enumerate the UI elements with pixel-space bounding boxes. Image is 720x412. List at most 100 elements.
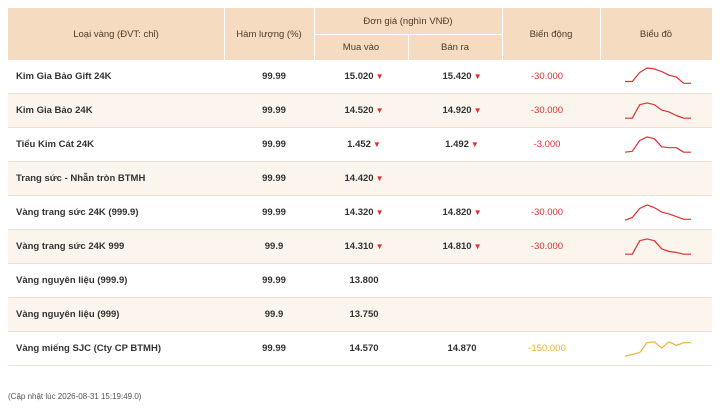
sell-price-value: 15.420 (442, 71, 472, 82)
sell-price (412, 298, 512, 331)
sell-price-value: 14.920 (442, 105, 472, 116)
header-divider (408, 34, 409, 60)
down-arrow-icon: ▼ (473, 208, 482, 217)
price-change: -30.000 (530, 105, 564, 116)
header-divider (600, 8, 601, 60)
sparkline-chart[interactable] (604, 128, 712, 161)
sparkline-chart[interactable] (604, 196, 712, 229)
down-arrow-icon: ▼ (372, 140, 381, 149)
gold-type-name: Vàng miếng SJC (Cty CP BTMH) (16, 343, 161, 354)
sell-price: 14.870 (412, 332, 512, 365)
sparkline-chart[interactable] (604, 60, 712, 93)
gold-type-name: Kim Gia Bảo Gift 24K (16, 71, 112, 82)
buy-price: 14.570 (314, 332, 414, 365)
sparkline-chart[interactable] (604, 94, 712, 127)
purity-value: 99.99 (262, 173, 286, 184)
table-row: Vàng miếng SJC (Cty CP BTMH) 99.99 14.570 1… (8, 332, 712, 366)
sparkline-svg (625, 101, 691, 119)
sell-price (412, 264, 512, 297)
price-change: -3.000 (533, 139, 561, 150)
purity-value: 99.99 (262, 343, 286, 354)
table-body: Kim Gia Bảo Gift 24K 99.99 15.020 ▼ 15.420 ▼ -… (8, 60, 712, 366)
header-price-group: Đơn giá (nghìn VNĐ) (363, 15, 453, 27)
sell-price: 14.810 ▼ (412, 230, 512, 263)
sell-price: 15.420 ▼ (412, 60, 512, 93)
gold-type-name: Kim Gia Bảo 24K (16, 105, 93, 116)
down-arrow-icon: ▼ (470, 140, 479, 149)
buy-price-value: 15.020 (344, 71, 374, 82)
header-gold-type: Loại vàng (ĐVT: chỉ) (73, 28, 159, 40)
sparkline-chart (604, 264, 712, 297)
down-arrow-icon: ▼ (375, 72, 384, 81)
table-row: Kim Gia Bảo 24K 99.99 14.520 ▼ 14.920 ▼ -30.00… (8, 94, 712, 128)
price-change (502, 162, 592, 195)
buy-price: 13.750 (314, 298, 414, 331)
price-change: -30.000 (530, 71, 564, 82)
down-arrow-icon: ▼ (375, 174, 384, 183)
sparkline-line (625, 101, 691, 119)
buy-price: 14.310 ▼ (314, 230, 414, 263)
purity-value: 99.99 (262, 207, 286, 218)
down-arrow-icon: ▼ (375, 106, 384, 115)
header-purity: Hàm lượng (%) (236, 28, 302, 40)
purity-value: 99.99 (262, 275, 286, 286)
sell-price: 14.920 ▼ (412, 94, 512, 127)
gold-type-name: Trang sức - Nhẫn tròn BTMH (16, 173, 146, 184)
sparkline-chart (604, 162, 712, 195)
sell-price: 14.820 ▼ (412, 196, 512, 229)
sparkline-chart[interactable] (604, 230, 712, 263)
gold-type-name: Tiểu Kim Cát 24K (16, 139, 94, 150)
header-change: Biến động (529, 28, 573, 40)
sparkline-svg (624, 203, 691, 221)
sell-price-value: 1.492 (445, 139, 469, 150)
gold-price-table: Loại vàng (ĐVT: chỉ) Hàm lượng (%) Đơn g… (8, 8, 712, 366)
buy-price: 13.800 (314, 264, 414, 297)
sell-price (412, 162, 512, 195)
buy-price-value: 13.800 (349, 275, 379, 286)
buy-price: 14.320 ▼ (314, 196, 414, 229)
sparkline-chart (604, 298, 712, 331)
sparkline-line (625, 66, 691, 84)
price-change: -30.000 (530, 207, 564, 218)
gold-type-name: Vàng nguyên liệu (999.9) (16, 275, 128, 286)
table-row: Vàng trang sức 24K 999 99.9 14.310 ▼ 14.810 ▼… (8, 230, 712, 264)
sell-price-value: 14.870 (447, 343, 477, 354)
sell-price-value: 14.820 (442, 207, 472, 218)
buy-price: 14.520 ▼ (314, 94, 414, 127)
buy-price-value: 13.750 (349, 309, 379, 320)
buy-price: 1.452 ▼ (314, 128, 414, 161)
sparkline-line (624, 135, 691, 153)
update-timestamp: (Cập nhật lúc 2026-08-31 15:19:49.0) (8, 392, 142, 401)
sparkline-line (624, 203, 691, 221)
sparkline-line (625, 237, 691, 255)
purity-value: 99.9 (264, 309, 284, 320)
buy-price-value: 14.310 (344, 241, 374, 252)
header-chart: Biểu đồ (639, 28, 673, 40)
table-row: Kim Gia Bảo Gift 24K 99.99 15.020 ▼ 15.420 ▼ -… (8, 60, 712, 94)
sell-price: 1.492 ▼ (412, 128, 512, 161)
table-row: Vàng nguyên liệu (999.9) 99.99 13.800 (8, 264, 712, 298)
sparkline-svg (624, 340, 691, 357)
buy-price-value: 14.520 (344, 105, 374, 116)
purity-value: 99.99 (262, 71, 286, 82)
down-arrow-icon: ▼ (473, 106, 482, 115)
down-arrow-icon: ▼ (473, 242, 482, 251)
gold-type-name: Vàng nguyên liệu (999) (16, 309, 120, 320)
gold-type-name: Vàng trang sức 24K 999 (16, 241, 125, 252)
buy-price: 14.420 ▼ (314, 162, 414, 195)
table-row: Tiểu Kim Cát 24K 99.99 1.452 ▼ 1.492 ▼ -3.000 (8, 128, 712, 162)
down-arrow-icon: ▼ (375, 242, 384, 251)
purity-value: 99.9 (264, 241, 284, 252)
down-arrow-icon: ▼ (473, 72, 482, 81)
sparkline-chart[interactable] (604, 332, 712, 365)
header-divider (314, 34, 502, 35)
table-row: Vàng trang sức 24K (999.9) 99.99 14.320 ▼ 14… (8, 196, 712, 230)
buy-price-value: 14.420 (344, 173, 374, 184)
price-change (502, 264, 592, 297)
header-sell: Bán ra (441, 41, 469, 53)
buy-price: 15.020 ▼ (314, 60, 414, 93)
sell-price-value: 14.810 (442, 241, 472, 252)
price-change: -30.000 (530, 241, 564, 252)
table-row: Trang sức - Nhẫn tròn BTMH 99.99 14.420 ▼ (8, 162, 712, 196)
price-change (502, 298, 592, 331)
